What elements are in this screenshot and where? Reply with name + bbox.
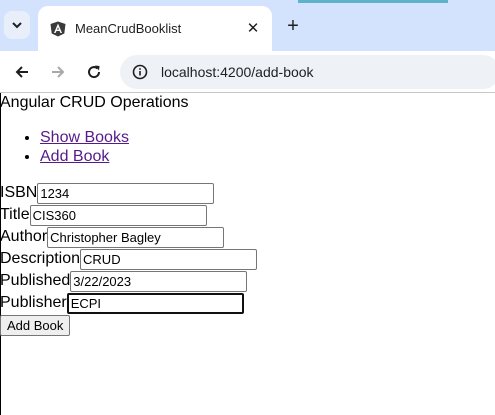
forward-button[interactable] bbox=[47, 61, 69, 83]
nav-item-add-book: Add Book bbox=[40, 147, 129, 166]
arrow-left-icon bbox=[15, 66, 28, 78]
title-row: Title bbox=[0, 204, 207, 226]
back-button[interactable] bbox=[11, 61, 33, 83]
tab-search-button[interactable] bbox=[4, 11, 30, 39]
published-input[interactable] bbox=[70, 270, 248, 292]
author-input[interactable] bbox=[47, 226, 225, 248]
publisher-label: Publisher bbox=[0, 294, 67, 311]
isbn-label: ISBN bbox=[0, 184, 38, 201]
publisher-row: Publisher bbox=[0, 292, 244, 314]
add-book-link[interactable]: Add Book bbox=[40, 148, 109, 165]
new-tab-button[interactable]: + bbox=[282, 15, 304, 37]
publisher-input[interactable] bbox=[66, 292, 244, 314]
show-books-link[interactable]: Show Books bbox=[40, 129, 129, 146]
url-text: localhost:4200/add-book bbox=[161, 64, 314, 80]
reload-icon bbox=[88, 65, 101, 79]
nav-links: Show Books Add Book bbox=[0, 128, 129, 166]
description-label: Description bbox=[0, 250, 81, 267]
page-content: Angular CRUD Operations Show Books Add B… bbox=[0, 93, 495, 415]
nav-item-show-books: Show Books bbox=[40, 128, 129, 147]
add-book-button[interactable]: Add Book bbox=[0, 315, 71, 336]
tab-title: MeanCrudBooklist bbox=[75, 21, 182, 36]
title-input[interactable] bbox=[29, 204, 207, 226]
reload-button[interactable] bbox=[83, 61, 105, 83]
chevron-down-icon bbox=[12, 22, 22, 29]
description-row: Description bbox=[0, 248, 258, 270]
address-bar[interactable]: localhost:4200/add-book bbox=[120, 55, 495, 89]
title-label: Title bbox=[0, 206, 30, 223]
info-icon[interactable] bbox=[132, 64, 148, 80]
angular-icon bbox=[50, 21, 66, 37]
author-label: Author bbox=[0, 228, 48, 245]
browser-toolbar: localhost:4200/add-book bbox=[0, 51, 495, 93]
isbn-row: ISBN bbox=[0, 182, 215, 204]
tab-strip: MeanCrudBooklist ✕ + bbox=[0, 0, 495, 51]
page-heading: Angular CRUD Operations bbox=[0, 94, 189, 111]
close-icon[interactable]: ✕ bbox=[244, 19, 262, 37]
description-input[interactable] bbox=[80, 248, 258, 270]
published-row: Published bbox=[0, 270, 248, 292]
author-row: Author bbox=[0, 226, 225, 248]
tab-strip-accent bbox=[298, 0, 448, 3]
arrow-right-icon bbox=[52, 66, 65, 78]
browser-tab[interactable]: MeanCrudBooklist ✕ bbox=[38, 6, 272, 51]
browser-chrome: MeanCrudBooklist ✕ + localhost:4200/add-… bbox=[0, 0, 495, 93]
published-label: Published bbox=[0, 272, 71, 289]
isbn-input[interactable] bbox=[37, 182, 215, 204]
